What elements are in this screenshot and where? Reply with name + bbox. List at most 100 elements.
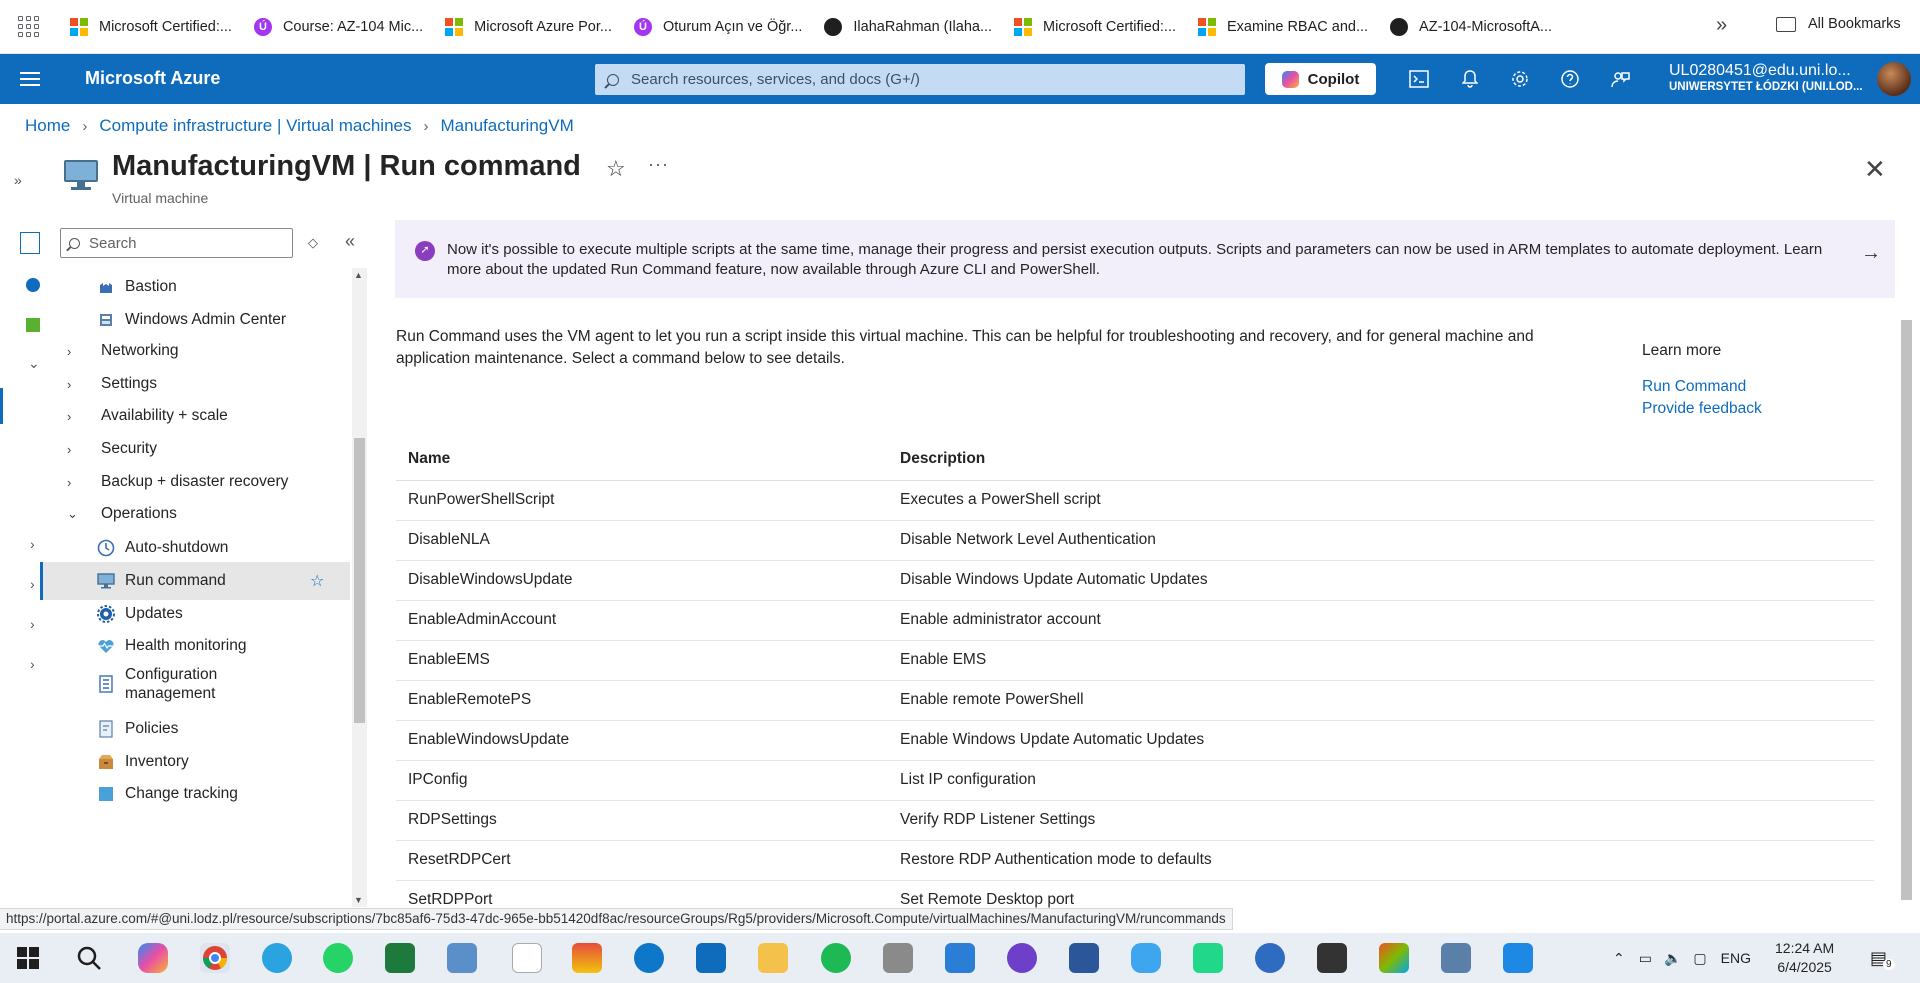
- avatar[interactable]: [1877, 62, 1911, 96]
- table-row[interactable]: RunPowerShellScript Executes a PowerShell…: [396, 480, 1874, 521]
- vscode-icon[interactable]: [945, 943, 975, 973]
- table-row[interactable]: DisableNLA Disable Network Level Authenti…: [396, 520, 1874, 561]
- photos-icon[interactable]: [1503, 943, 1533, 973]
- portal-icon[interactable]: [26, 278, 40, 292]
- more-bookmarks-button[interactable]: »: [1716, 14, 1727, 37]
- terminal-icon[interactable]: [1317, 943, 1347, 973]
- file-explorer-icon[interactable]: [758, 943, 788, 973]
- column-header-name: Name: [396, 438, 888, 481]
- table-row[interactable]: ResetRDPCert Restore RDP Authentication m…: [396, 840, 1874, 881]
- pycharm-icon[interactable]: [1193, 943, 1223, 973]
- virtual-machine-icon: [64, 158, 98, 192]
- app-icon[interactable]: [572, 943, 602, 973]
- cloud-shell-icon[interactable]: [1407, 67, 1431, 91]
- bell-icon[interactable]: [1458, 67, 1482, 91]
- scroll-up-icon[interactable]: ▲: [354, 270, 363, 280]
- remote-desktop-icon[interactable]: [1441, 943, 1471, 973]
- scrollbar-thumb[interactable]: [1901, 320, 1912, 900]
- table-row[interactable]: EnableAdminAccount Enable administrator a…: [396, 600, 1874, 641]
- command-name: RDPSettings: [396, 800, 888, 841]
- menu-scrollbar[interactable]: ▲ ▼: [352, 268, 367, 907]
- bookmark-item[interactable]: Microsoft Certified:...: [70, 11, 232, 43]
- bookmark-item[interactable]: Microsoft Certified:...: [1014, 11, 1176, 43]
- table-header-row: Name Description: [396, 438, 1874, 481]
- volume-icon[interactable]: 🔈: [1664, 950, 1681, 967]
- help-icon[interactable]: [1558, 67, 1582, 91]
- search-icon[interactable]: [74, 943, 104, 973]
- outlook-icon[interactable]: [696, 943, 726, 973]
- expand-icon[interactable]: »: [14, 172, 32, 190]
- run-command-link[interactable]: Run Command: [1642, 376, 1762, 398]
- menu-item-change-tracking[interactable]: Change tracking: [40, 775, 350, 813]
- copilot-button[interactable]: Copilot: [1265, 63, 1376, 95]
- archive-icon[interactable]: [883, 943, 913, 973]
- hamburger-menu-icon[interactable]: [20, 72, 40, 86]
- whatsapp-icon[interactable]: [323, 943, 353, 973]
- menu-group-operations[interactable]: ⌄ Operations: [40, 495, 350, 533]
- copilot-app-icon[interactable]: [138, 943, 168, 973]
- chrome-icon[interactable]: [200, 943, 230, 973]
- menu-search-input[interactable]: Search: [60, 228, 293, 258]
- menu-item-configuration-management[interactable]: Configuration management: [40, 660, 350, 708]
- favorite-star-icon[interactable]: ☆: [310, 571, 324, 591]
- content-scrollbar[interactable]: [1898, 300, 1915, 932]
- arrow-right-icon[interactable]: →: [1861, 243, 1881, 264]
- bookmark-item[interactable]: IlahaRahman (Ilaha...: [824, 11, 992, 43]
- collapse-menu-icon[interactable]: «: [345, 231, 355, 252]
- bookmark-item[interactable]: AZ-104-MicrosoftA...: [1390, 11, 1552, 43]
- gear-icon[interactable]: [1508, 67, 1532, 91]
- github-desktop-icon[interactable]: [1007, 943, 1037, 973]
- windows-start-icon[interactable]: [16, 946, 40, 970]
- account-info[interactable]: UL0280451@edu.uni.lo... UNIWERSYTET ŁÓDZ…: [1669, 62, 1863, 93]
- network-icon[interactable]: ▢: [1693, 950, 1706, 967]
- bookmark-item[interactable]: Ú Course: AZ-104 Mic...: [253, 11, 423, 43]
- all-bookmarks-button[interactable]: All Bookmarks: [1776, 16, 1901, 32]
- config-icon: [96, 674, 116, 694]
- notepad-icon[interactable]: [512, 943, 542, 973]
- breadcrumb-vm[interactable]: ManufacturingVM: [441, 116, 574, 136]
- chevron-up-icon[interactable]: ⌃: [1613, 950, 1625, 967]
- global-search-input[interactable]: Search resources, services, and docs (G+…: [595, 64, 1245, 95]
- table-row[interactable]: EnableEMS Enable EMS: [396, 640, 1874, 681]
- clock[interactable]: 12:24 AM 6/4/2025: [1775, 939, 1834, 977]
- app-icon[interactable]: [1379, 943, 1409, 973]
- table-row[interactable]: EnableWindowsUpdate Enable Windows Update…: [396, 720, 1874, 761]
- table-row[interactable]: IPConfig List IP configuration: [396, 760, 1874, 801]
- apps-grid-icon[interactable]: [18, 15, 40, 38]
- contacts-icon[interactable]: [447, 943, 477, 973]
- breadcrumb-home[interactable]: Home: [25, 116, 70, 136]
- favorite-star-icon[interactable]: ☆: [606, 156, 626, 182]
- language-indicator[interactable]: ENG: [1721, 950, 1751, 966]
- telegram-icon[interactable]: [262, 943, 292, 973]
- notifications-button[interactable]: ▤ 9: [1870, 933, 1895, 983]
- spotify-icon[interactable]: [821, 943, 851, 973]
- more-options-icon[interactable]: ···: [648, 154, 669, 175]
- edge-icon[interactable]: [634, 943, 664, 973]
- search-icon[interactable]: [20, 232, 40, 254]
- microsoft-icon: [1198, 17, 1216, 36]
- clion-icon[interactable]: [385, 943, 415, 973]
- battery-icon[interactable]: ▭: [1639, 950, 1652, 967]
- microsoft-icon: [70, 17, 88, 36]
- close-icon[interactable]: ✕: [1864, 154, 1886, 185]
- table-row[interactable]: EnableRemotePS Enable remote PowerShell: [396, 680, 1874, 721]
- scroll-down-icon[interactable]: ▼: [354, 895, 363, 905]
- bookmark-item[interactable]: Microsoft Azure Por...: [445, 11, 612, 43]
- info-banner[interactable]: ➚ Now it's possible to execute multiple …: [395, 220, 1895, 298]
- bookmark-item[interactable]: Examine RBAC and...: [1198, 11, 1368, 43]
- brand-title[interactable]: Microsoft Azure: [85, 68, 220, 89]
- table-row[interactable]: RDPSettings Verify RDP Listener Settings: [396, 800, 1874, 841]
- word-icon[interactable]: [1069, 943, 1099, 973]
- onedrive-icon[interactable]: [1131, 943, 1161, 973]
- dashboard-icon[interactable]: [26, 318, 40, 332]
- table-row[interactable]: SetRDPPort Set Remote Desktop port: [396, 880, 1874, 910]
- feedback-icon[interactable]: [1608, 67, 1632, 91]
- app-icon[interactable]: [1255, 943, 1285, 973]
- provide-feedback-link[interactable]: Provide feedback: [1642, 398, 1762, 420]
- filter-icon[interactable]: ◇: [308, 235, 318, 251]
- scrollbar-thumb[interactable]: [354, 438, 365, 723]
- bookmark-item[interactable]: Ú Oturum Açın ve Öğr...: [633, 11, 802, 43]
- command-description: Disable Windows Update Automatic Updates: [888, 560, 1874, 601]
- table-row[interactable]: DisableWindowsUpdate Disable Windows Upda…: [396, 560, 1874, 601]
- breadcrumb-virtual-machines[interactable]: Compute infrastructure | Virtual machine…: [99, 116, 411, 136]
